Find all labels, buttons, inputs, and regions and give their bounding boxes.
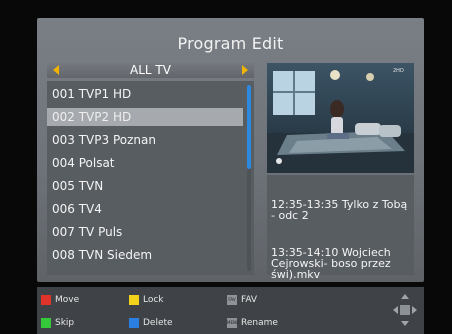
hint-fav[interactable]: FAV FAV <box>227 293 307 307</box>
channel-row[interactable]: 005 TVN <box>47 177 243 195</box>
scrollbar[interactable] <box>247 85 251 271</box>
group-selector[interactable]: ALL TV <box>47 63 254 78</box>
green-button-icon <box>41 318 51 328</box>
hint-fav-label: FAV <box>241 295 258 305</box>
channel-row[interactable]: 004 Polsat <box>47 154 243 172</box>
epg-next: 13:35-14:10 Wojciech Cejrowski- boso prz… <box>271 246 391 281</box>
hint-move[interactable]: Move <box>41 293 121 307</box>
dpad-icon <box>392 293 418 327</box>
arrow-right-icon[interactable] <box>242 65 248 75</box>
channel-row[interactable]: 008 TVN Siedem <box>47 246 243 264</box>
program-edit-panel: Program Edit ALL TV 001 TVP1 HD 002 TVP2… <box>37 18 424 282</box>
hint-delete[interactable]: Delete <box>129 316 209 330</box>
channel-row[interactable]: 007 TV Puls <box>47 223 243 241</box>
menu-button-icon: MENU <box>227 318 239 328</box>
channel-row[interactable]: 003 TVP3 Poznan <box>47 131 243 149</box>
yellow-button-icon <box>129 295 139 305</box>
hint-lock[interactable]: Lock <box>129 293 209 307</box>
fav-button-icon: FAV <box>227 295 237 305</box>
hint-move-label: Move <box>55 295 80 305</box>
group-label: ALL TV <box>130 63 171 77</box>
hint-delete-label: Delete <box>143 318 173 328</box>
epg-info: 12:35-13:35 Tylko z Tobą - odc 2 13:35-1… <box>267 175 414 280</box>
hint-rename-label: Rename <box>241 318 278 328</box>
preview-image: 2HD <box>267 63 414 173</box>
hint-skip-label: Skip <box>55 318 75 328</box>
hint-bar: Move Lock FAV FAV Skip Delete MENU Renam… <box>37 287 424 334</box>
hint-rename[interactable]: MENU Rename <box>227 316 317 330</box>
scrollbar-thumb[interactable] <box>247 85 251 169</box>
epg-now: 12:35-13:35 Tylko z Tobą - odc 2 <box>271 198 408 222</box>
svg-text:2HD: 2HD <box>393 68 404 74</box>
blue-button-icon <box>129 318 139 328</box>
video-preview: 2HD <box>267 63 414 173</box>
hint-lock-label: Lock <box>143 295 164 305</box>
tv-screen: Program Edit ALL TV 001 TVP1 HD 002 TVP2… <box>0 0 452 334</box>
channel-list: 001 TVP1 HD 002 TVP2 HD 003 TVP3 Poznan … <box>47 81 254 275</box>
channel-row[interactable]: 001 TVP1 HD <box>47 85 243 103</box>
channel-row[interactable]: 006 TV4 <box>47 200 243 218</box>
hint-skip[interactable]: Skip <box>41 316 121 330</box>
page-title: Program Edit <box>177 34 284 53</box>
channel-row-selected[interactable]: 002 TVP2 HD <box>47 108 243 126</box>
red-button-icon <box>41 295 51 305</box>
